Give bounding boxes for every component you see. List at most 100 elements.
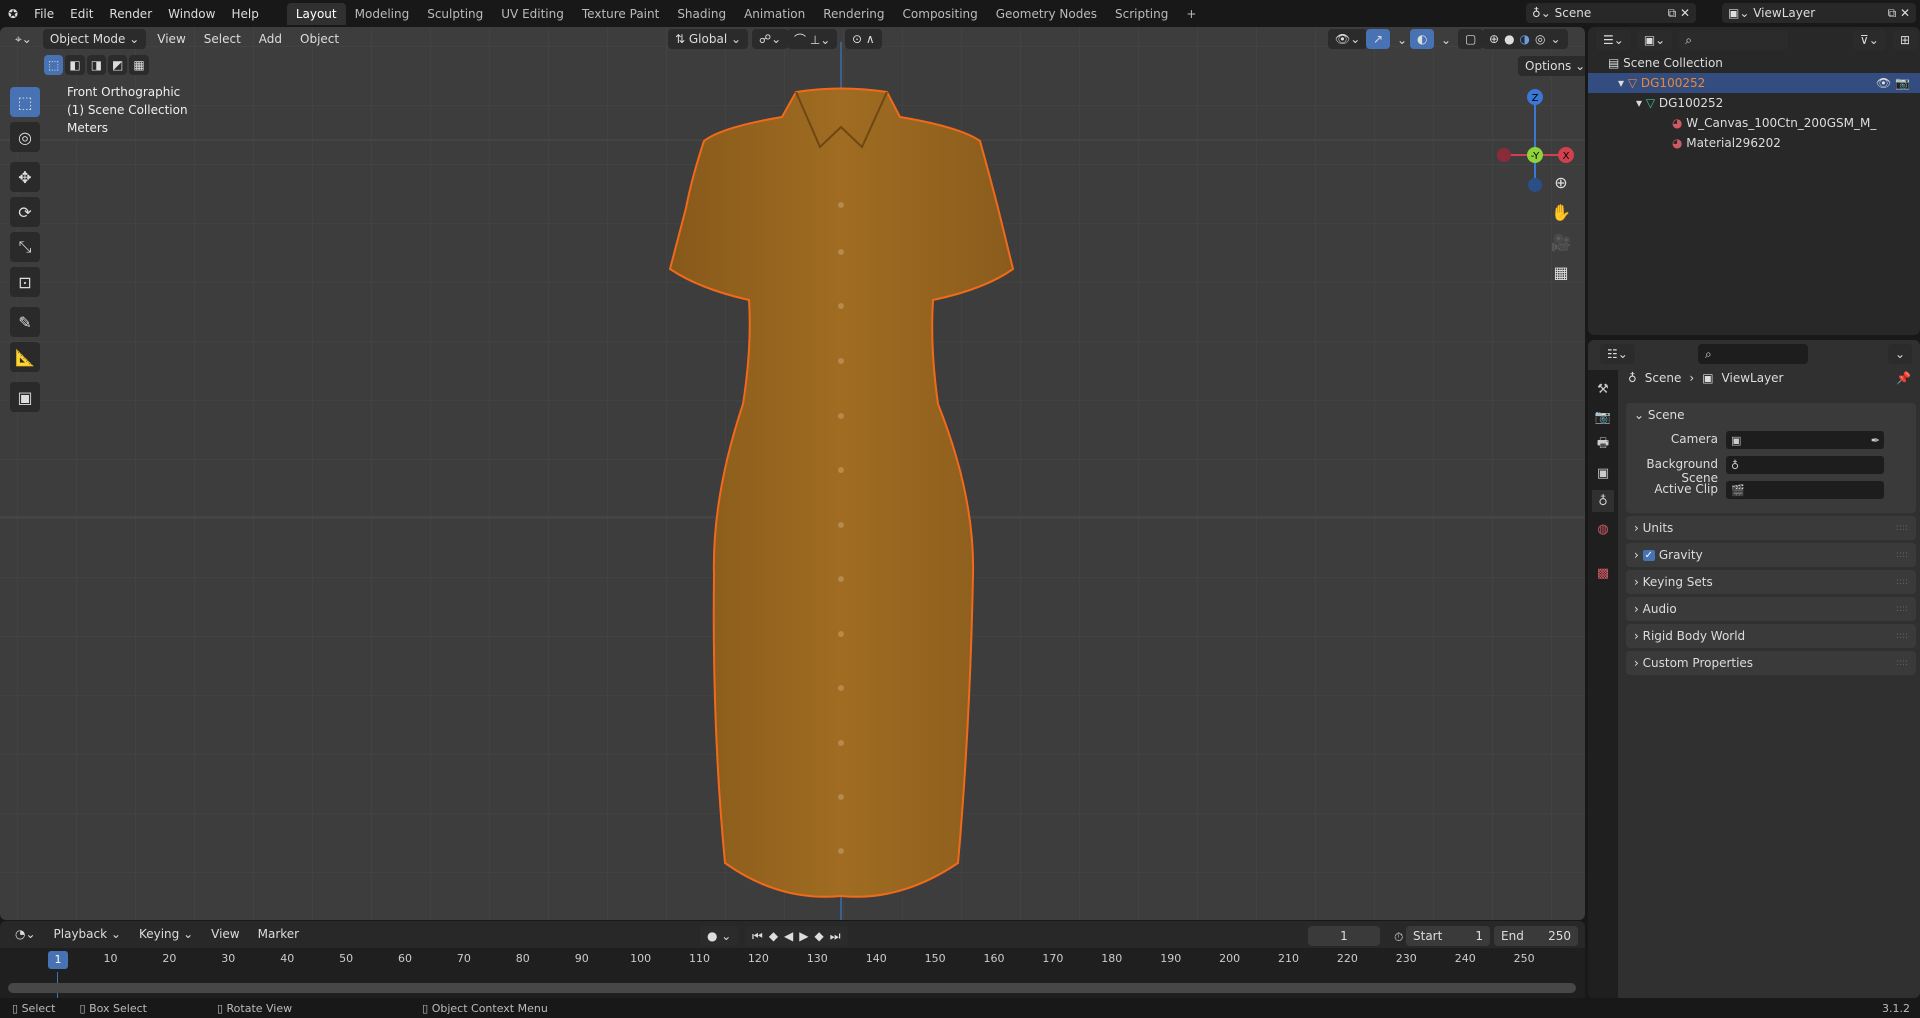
proportional-edit-toggle[interactable]: ⊙ ∧ [845, 29, 882, 49]
outliner-row-mesh[interactable]: ▾ ▽ DG100252 [1588, 93, 1920, 113]
display-mode-icon[interactable]: ▣⌄ [1636, 30, 1673, 50]
outliner-search-input[interactable]: ⌕ [1678, 30, 1789, 50]
overlay-dropdown[interactable]: ⌄ [1434, 31, 1458, 49]
blender-logo-icon[interactable]: ✪ [0, 7, 26, 21]
outliner-row-material[interactable]: ◕ W_Canvas_100Ctn_200GSM_M_ [1588, 113, 1920, 133]
view-layer-tab-icon[interactable]: ▣ [1592, 462, 1614, 484]
snap-toggle[interactable]: ⌒ ⊥⌄ [787, 29, 838, 49]
select-invert-icon[interactable]: ◩ [108, 55, 128, 75]
transform-orientation-dropdown[interactable]: ⇅ Global ⌄ [668, 29, 749, 49]
mode-dropdown[interactable]: Object Mode ⌄ [42, 29, 147, 49]
camera-view-icon[interactable]: 🎥 [1548, 229, 1574, 255]
chevron-down-icon[interactable]: ⌄ [1888, 344, 1913, 364]
editor-type-icon[interactable]: ⌖⌄ [8, 30, 39, 49]
keying-sets-panel[interactable]: › Keying Sets:::: [1626, 570, 1916, 594]
annotate-tool-icon[interactable]: ✎ [10, 307, 40, 337]
eye-icon camera-icon[interactable]: 👁 📷 [1876, 76, 1910, 90]
gravity-checkbox[interactable]: ✓ [1642, 549, 1656, 561]
editor-type-icon[interactable]: ☰⌄ [1596, 30, 1631, 50]
3d-viewport[interactable]: ⌖⌄ Object Mode ⌄ View Select Add Object … [0, 27, 1585, 920]
outliner-row-material[interactable]: ◕ Material296202 [1588, 133, 1920, 153]
tab-texture-paint[interactable]: Texture Paint [573, 3, 668, 25]
scene-tab-icon[interactable]: ♁ [1592, 490, 1614, 512]
scene-selector[interactable]: ♁⌄ Scene ⧉ ✕ [1526, 3, 1696, 23]
outliner-row-scene-collection[interactable]: ▤ Scene Collection [1588, 53, 1920, 73]
visibility-dropdown[interactable]: 👁⌄ [1328, 29, 1368, 49]
tab-animation[interactable]: Animation [735, 3, 814, 25]
move-tool-icon[interactable]: ✥ [10, 162, 40, 192]
rendered-icon[interactable]: ◎ [1535, 32, 1545, 46]
rotate-tool-icon[interactable]: ⟳ [10, 197, 40, 227]
viewlayer-selector[interactable]: ▣⌄ ViewLayer ⧉ ✕ [1722, 3, 1916, 23]
menu-window[interactable]: Window [160, 7, 223, 21]
overlay-toggle[interactable]: ◐ [1410, 29, 1435, 49]
menu-render[interactable]: Render [101, 7, 160, 21]
gravity-panel[interactable]: › ✓ Gravity:::: [1626, 543, 1916, 567]
menu-help[interactable]: Help [223, 7, 266, 21]
rigid-body-world-panel[interactable]: › Rigid Body World:::: [1626, 624, 1916, 648]
eyedropper-icon[interactable]: ✒ [1871, 434, 1880, 447]
scene-panel-header[interactable]: ⌄ Scene [1626, 403, 1916, 427]
camera-field[interactable]: ▣ ✒ [1726, 431, 1884, 449]
select-intersect-icon[interactable]: ▦ [129, 55, 149, 75]
pan-hand-icon[interactable]: ✋ [1548, 199, 1574, 225]
menu-view[interactable]: View [150, 30, 192, 48]
add-workspace-button[interactable]: + [1177, 3, 1205, 25]
render-tab-icon[interactable]: 📷 [1592, 406, 1614, 428]
add-cube-tool-icon[interactable]: ▣ [10, 382, 40, 412]
editor-type-icon[interactable]: ☷⌄ [1600, 344, 1635, 364]
scale-tool-icon[interactable]: ⤡ [10, 232, 40, 262]
ortho-grid-icon[interactable]: ▦ [1548, 259, 1574, 285]
active-clip-field[interactable]: 🎬 [1726, 481, 1884, 499]
units-panel[interactable]: › Units:::: [1626, 516, 1916, 540]
pivot-dropdown[interactable]: ☍⌄ [752, 29, 789, 49]
gizmo-toggle[interactable]: ↗ [1366, 29, 1391, 49]
options-dropdown[interactable]: Options ⌄ [1518, 56, 1585, 76]
shading-modes[interactable]: ⊕ ● ◑ ◎ ⌄ [1482, 29, 1568, 49]
chevron-down-icon[interactable]: ⌄ [1551, 32, 1561, 46]
menu-file[interactable]: File [26, 7, 62, 21]
menu-add[interactable]: Add [252, 30, 289, 48]
tab-compositing[interactable]: Compositing [894, 3, 987, 25]
copy-icon[interactable]: ⧉ ✕ [1668, 6, 1690, 21]
xray-toggle[interactable]: ▢ [1458, 29, 1484, 49]
tool-tab-icon[interactable]: ⚒ [1592, 378, 1614, 400]
filter-icon[interactable]: ⊽⌄ [1853, 30, 1886, 50]
tab-rendering[interactable]: Rendering [814, 3, 893, 25]
outliner-row-object[interactable]: ▾ ▽ DG100252 👁 📷 [1588, 73, 1920, 93]
tab-modeling[interactable]: Modeling [346, 3, 419, 25]
disclosure-triangle-icon[interactable]: ▾ [1618, 76, 1628, 90]
solid-icon[interactable]: ● [1504, 32, 1514, 46]
menu-select[interactable]: Select [197, 30, 248, 48]
select-new-icon[interactable]: ⬚ [44, 55, 64, 75]
wireframe-icon[interactable]: ⊕ [1489, 32, 1499, 46]
tab-sculpting[interactable]: Sculpting [418, 3, 492, 25]
properties-search-input[interactable]: ⌕ [1698, 344, 1808, 364]
audio-panel[interactable]: › Audio:::: [1626, 597, 1916, 621]
world-tab-icon[interactable]: ◍ [1592, 518, 1614, 540]
menu-object[interactable]: Object [293, 30, 346, 48]
pin-icon[interactable]: 📌 [1896, 371, 1911, 385]
timeline-scrollbar[interactable] [8, 983, 1576, 993]
menu-edit[interactable]: Edit [62, 7, 101, 21]
copy-icon[interactable]: ⧉ ✕ [1888, 6, 1910, 21]
material-preview-icon[interactable]: ◑ [1520, 32, 1530, 46]
tab-geometry-nodes[interactable]: Geometry Nodes [987, 3, 1106, 25]
new-collection-icon[interactable]: ⊞ [1893, 30, 1918, 50]
playhead[interactable]: 1 [48, 951, 68, 969]
select-extend-icon[interactable]: ◧ [65, 55, 85, 75]
background-scene-field[interactable]: ♁ [1726, 456, 1884, 474]
tab-uv-editing[interactable]: UV Editing [492, 3, 573, 25]
output-tab-icon[interactable]: 🖶 [1592, 434, 1614, 456]
texture-tab-icon[interactable]: ▩ [1592, 562, 1614, 584]
tab-layout[interactable]: Layout [286, 2, 346, 25]
tab-scripting[interactable]: Scripting [1106, 3, 1177, 25]
select-subtract-icon[interactable]: ◨ [86, 55, 107, 75]
zoom-icon[interactable]: ⊕ [1548, 169, 1574, 195]
tab-shading[interactable]: Shading [668, 3, 735, 25]
cursor-tool-icon[interactable]: ◎ [10, 122, 40, 152]
measure-tool-icon[interactable]: 📐 [10, 342, 40, 372]
transform-tool-icon[interactable]: ⊡ [10, 267, 40, 297]
custom-properties-panel[interactable]: › Custom Properties:::: [1626, 651, 1916, 675]
disclosure-triangle-icon[interactable]: ▾ [1636, 96, 1646, 110]
